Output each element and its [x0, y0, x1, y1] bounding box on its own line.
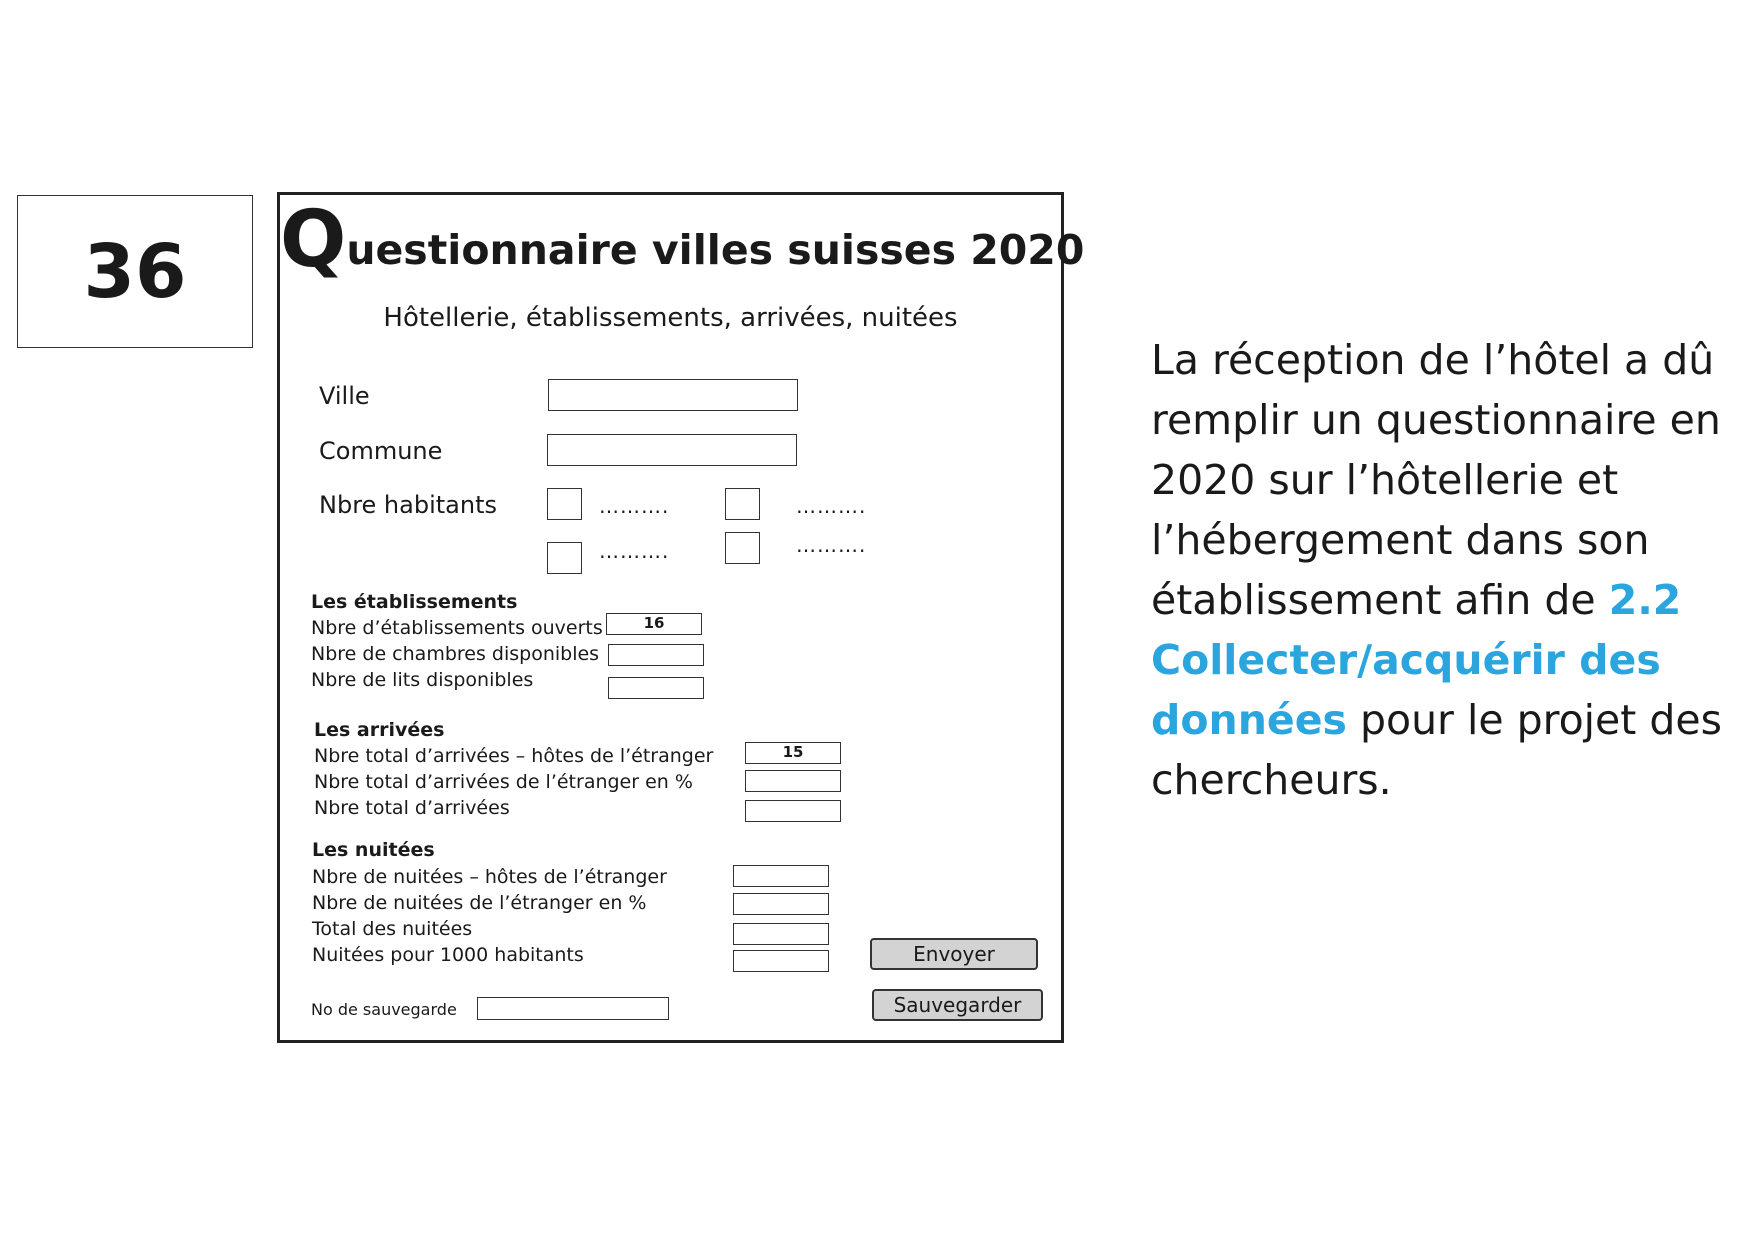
nuitees-per1000-input[interactable]: [733, 950, 829, 972]
chambres-input[interactable]: [608, 644, 704, 666]
habitants-option-1: ……….: [599, 494, 670, 518]
habitants-option-3: ……….: [599, 539, 670, 563]
habitants-option-2: ……….: [796, 494, 867, 518]
nuitees-pct-input[interactable]: [733, 893, 829, 915]
lits-input[interactable]: [608, 677, 704, 699]
nuitees-pct-label: Nbre de nuitées de l’étranger en %: [312, 892, 647, 914]
arrivees-pct-input[interactable]: [745, 770, 841, 792]
habitants-checkbox-3[interactable]: [547, 542, 582, 574]
commune-input[interactable]: [547, 434, 797, 466]
habitants-label: Nbre habitants: [319, 491, 497, 519]
lits-label: Nbre de lits disponibles: [311, 669, 534, 691]
nuitees-etranger-label: Nbre de nuitées – hôtes de l’étranger: [312, 866, 667, 888]
arrivees-total-label: Nbre total d’arrivées: [314, 797, 510, 819]
arrivees-pct-label: Nbre total d’arrivées de l’étranger en %: [314, 771, 693, 793]
title-rest: uestionnaire villes suisses 2020: [346, 226, 1085, 274]
commune-label: Commune: [319, 437, 443, 465]
nuitees-total-label: Total des nuitées: [312, 918, 473, 940]
send-button[interactable]: Envoyer: [870, 938, 1038, 970]
etablissements-ouverts-label: Nbre d’établissements ouverts: [311, 617, 603, 639]
etablissements-ouverts-input[interactable]: 16: [606, 613, 702, 635]
section-nuitees-title: Les nuitées: [312, 839, 435, 861]
card-number: 36: [17, 195, 253, 348]
nuitees-total-input[interactable]: [733, 923, 829, 945]
habitants-option-4: ……….: [796, 533, 867, 557]
habitants-checkbox-4[interactable]: [725, 532, 760, 564]
nuitees-per1000-label: Nuitées pour 1000 habitants: [312, 944, 584, 966]
save-number-label: No de sauvegarde: [311, 1000, 457, 1019]
form-title: Questionnaire villes suisses 2020: [280, 201, 1084, 279]
title-first-letter: Q: [280, 195, 347, 285]
arrivees-total-input[interactable]: [745, 800, 841, 822]
chambres-label: Nbre de chambres disponibles: [311, 643, 600, 665]
form-subtitle: Hôtellerie, établissements, arrivées, nu…: [383, 303, 958, 333]
questionnaire-form: Questionnaire villes suisses 2020 Hôtell…: [277, 192, 1084, 1043]
arrivees-etranger-label: Nbre total d’arrivées – hôtes de l’étran…: [314, 745, 714, 767]
section-etablissements-title: Les établissements: [311, 591, 518, 613]
habitants-checkbox-1[interactable]: [547, 488, 582, 520]
save-number-input[interactable]: [477, 997, 669, 1020]
nuitees-etranger-input[interactable]: [733, 865, 829, 887]
description-text: La réception de l’hôtel a dû remplir un …: [1151, 330, 1751, 810]
ville-label: Ville: [319, 382, 370, 410]
save-button[interactable]: Sauvegarder: [872, 989, 1043, 1021]
ville-input[interactable]: [548, 379, 798, 411]
section-arrivees-title: Les arrivées: [314, 719, 445, 741]
habitants-checkbox-2[interactable]: [725, 488, 760, 520]
arrivees-etranger-input[interactable]: 15: [745, 742, 841, 764]
